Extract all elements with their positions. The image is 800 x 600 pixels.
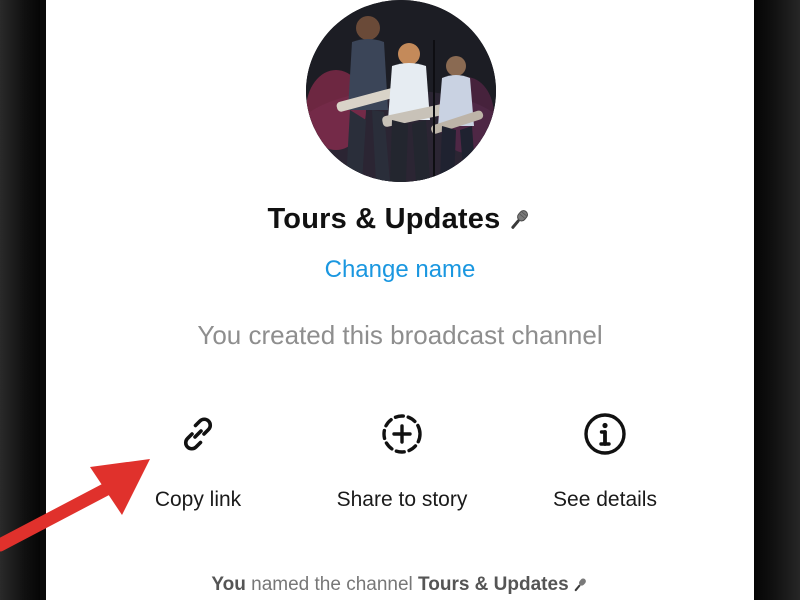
change-name-link[interactable]: Change name — [46, 256, 754, 284]
add-story-icon — [382, 414, 422, 454]
band-photo — [306, 0, 496, 182]
device-frame: Tours & Updates Change name You created … — [0, 0, 800, 600]
see-details-button[interactable]: See details — [530, 410, 680, 512]
annotation-arrow — [0, 459, 150, 552]
microphone-icon — [511, 210, 529, 230]
share-to-story-button[interactable]: Share to story — [314, 410, 490, 512]
see-details-label: See details — [553, 488, 657, 511]
channel-title-text: Tours & Updates — [267, 203, 501, 235]
info-icon — [584, 413, 626, 455]
footer-channel-name: Tours & Updates — [418, 574, 569, 595]
microphone-icon-small — [574, 578, 586, 592]
footer-text: named the channel — [251, 574, 413, 595]
channel-created-note: You created this broadcast channel — [197, 320, 603, 350]
channel-title: Tours & Updates — [46, 203, 754, 236]
channel-rename-notice: You named the channel Tours & Updates — [46, 574, 754, 596]
footer-actor: You — [211, 574, 246, 595]
share-to-story-label: Share to story — [336, 488, 468, 511]
link-icon — [184, 417, 212, 451]
channel-avatar[interactable] — [306, 0, 496, 182]
device-bezel-right — [754, 0, 800, 600]
